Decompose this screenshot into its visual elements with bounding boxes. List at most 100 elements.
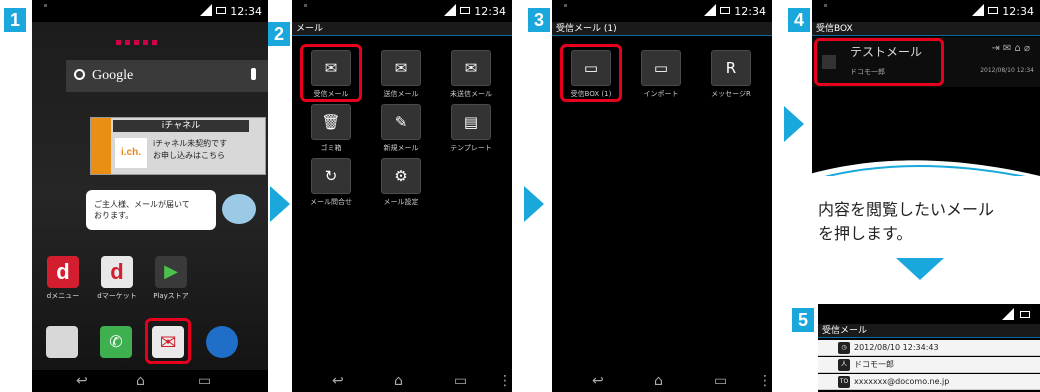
signal-icon [444,4,456,16]
menu-unsent[interactable]: ✉ 未送信メール [436,50,506,99]
highlight-inbox-folder [560,44,622,102]
menu-template[interactable]: ▤ テンプレート [436,104,506,153]
folder-icon: ▭ [641,50,681,86]
step-badge-1: 1 [4,8,26,32]
google-search-bar[interactable]: Google [66,60,268,92]
highlight-mail-item [814,38,944,86]
step-badge-2: 2 [268,22,290,46]
battery-icon [460,7,470,14]
signal-icon [200,4,212,16]
mail-date: 2012/08/10 12:34 [980,67,1034,74]
menu-mail-inquiry[interactable]: ↻ メール問合せ [296,158,366,207]
to-icon: TO [838,376,850,388]
battery-icon [216,7,226,14]
signal-icon [972,4,984,16]
menu-icon[interactable]: ⋮ [758,373,772,389]
screen-title: メール [292,22,512,36]
home-icon[interactable]: ⌂ [136,373,145,389]
dmarket-icon: d [101,256,133,288]
refresh-mail-icon: ↻ [311,158,351,194]
arrow-right-icon [270,186,290,222]
status-bar: 12:34 [552,0,772,22]
search-icon [74,69,85,80]
clock-icon: ◷ [838,342,850,354]
menu-icon[interactable]: ⋮ [498,373,512,389]
battery-icon [720,7,730,14]
nav-bar: ↩ ⌂ ▭ [32,370,268,392]
playstore-icon: ▶ [155,256,187,288]
settings-icon: ⚙ [381,158,421,194]
step-badge-3: 3 [528,8,550,32]
mail-status-icon: ⇥ ✉ ⌂ ⌀ [991,43,1030,54]
back-icon[interactable]: ↩ [592,373,604,389]
status-bar [818,304,1040,324]
back-icon[interactable]: ↩ [76,373,88,389]
nav-bar: ↩ ⌂ ▭ ⋮ [292,370,512,392]
mail-unsent-icon: ✉ [451,50,491,86]
mascot-icon[interactable] [222,194,256,224]
template-icon: ▤ [451,104,491,140]
arrow-right-icon [784,106,804,142]
trash-icon: 🗑 [311,104,351,140]
ichannel-message: iチャネル未契約です [153,139,228,148]
notification-icon [564,4,567,7]
status-bar: 12:34 [32,0,268,22]
menu-new-mail[interactable]: ✎ 新規メール [366,104,436,153]
menu-mail-settings[interactable]: ⚙ メール設定 [366,158,436,207]
step-badge-5: 5 [792,308,814,332]
nav-bar: ↩ ⌂ ▭ ⋮ [552,370,772,392]
highlight-mail-icon [145,318,191,364]
phone-screen-folders: 12:34 受信メール (1) ▭ 受信BOX (1) ▭ インポート R メッ… [552,0,772,392]
screen-title: 受信BOX [812,22,1040,36]
screen-title: 受信メール (1) [552,22,772,36]
drawer-icon[interactable] [46,326,78,358]
status-bar: 12:34 [812,0,1040,22]
mail-sent-icon: ✉ [381,50,421,86]
phone-screen-mail-detail: 受信メール ◷ 2012/08/10 12:34:43 人 ドコモ一郎 TO x… [818,304,1040,392]
ichannel-widget[interactable]: iチャネル i.ch. iチャネル未契約です お申し込みはこちら [90,117,266,175]
clock: 12:34 [230,5,262,18]
phone-screen-home: 12:34 Google iチャネル i.ch. iチャネル未契約です お申し込… [32,0,268,392]
detail-sender-row[interactable]: 人 ドコモ一郎 [818,357,1040,373]
notification-icon [824,4,827,7]
menu-sent[interactable]: ✉ 送信メール [366,50,436,99]
clock: 12:34 [1002,5,1034,18]
compose-icon: ✎ [381,104,421,140]
detail-date-row: ◷ 2012/08/10 12:34:43 [818,340,1040,356]
notification-icon [44,4,47,7]
dmenu-icon: d [47,256,79,288]
battery-icon [1020,311,1030,318]
folder-import[interactable]: ▭ インポート [626,50,696,99]
app-dmarket[interactable]: d dマーケット [92,256,142,301]
battery-icon [988,7,998,14]
step-badge-4: 4 [788,8,810,32]
ichannel-logo: i.ch. [115,138,147,168]
home-icon[interactable]: ⌂ [394,373,403,389]
folder-message-r[interactable]: R メッセージR [696,50,766,99]
recent-apps-icon[interactable]: ▭ [714,373,727,389]
arrow-right-icon [524,186,544,222]
person-icon: 人 [838,359,850,371]
highlight-inbox [300,44,362,102]
phone-icon[interactable]: ✆ [100,326,132,358]
tutorial-canvas: 12:34 Google iチャネル i.ch. iチャネル未契約です お申し込… [0,0,1040,392]
menu-trash[interactable]: 🗑 ゴミ箱 [296,104,366,153]
home-icon[interactable]: ⌂ [654,373,663,389]
detail-to-row[interactable]: TO xxxxxxx@docomo.ne.jp [818,374,1040,390]
clock: 12:34 [734,5,766,18]
recent-apps-icon[interactable]: ▭ [454,373,467,389]
ichannel-subscribe-link[interactable]: お申し込みはこちら [153,150,227,162]
recent-apps-icon[interactable]: ▭ [198,373,211,389]
app-playstore[interactable]: ▶ Playストア [146,256,196,301]
back-icon[interactable]: ↩ [332,373,344,389]
arrow-down-icon [896,258,944,280]
message-r-icon: R [711,50,751,86]
phone-screen-mail-menu: 12:34 メール ✉ 受信メール ✉ 送信メール ✉ 未送信メール 🗑 ゴミ箱… [292,0,512,392]
signal-icon [1002,308,1014,320]
microphone-icon[interactable] [251,68,256,80]
app-dmenu[interactable]: d dメニュー [38,256,88,301]
mascot-speech-bubble[interactable]: ご主人様、メールが届いて おります。 [86,190,216,230]
clock: 12:34 [474,5,506,18]
status-bar: 12:34 [292,0,512,22]
browser-globe-icon[interactable] [206,326,238,358]
